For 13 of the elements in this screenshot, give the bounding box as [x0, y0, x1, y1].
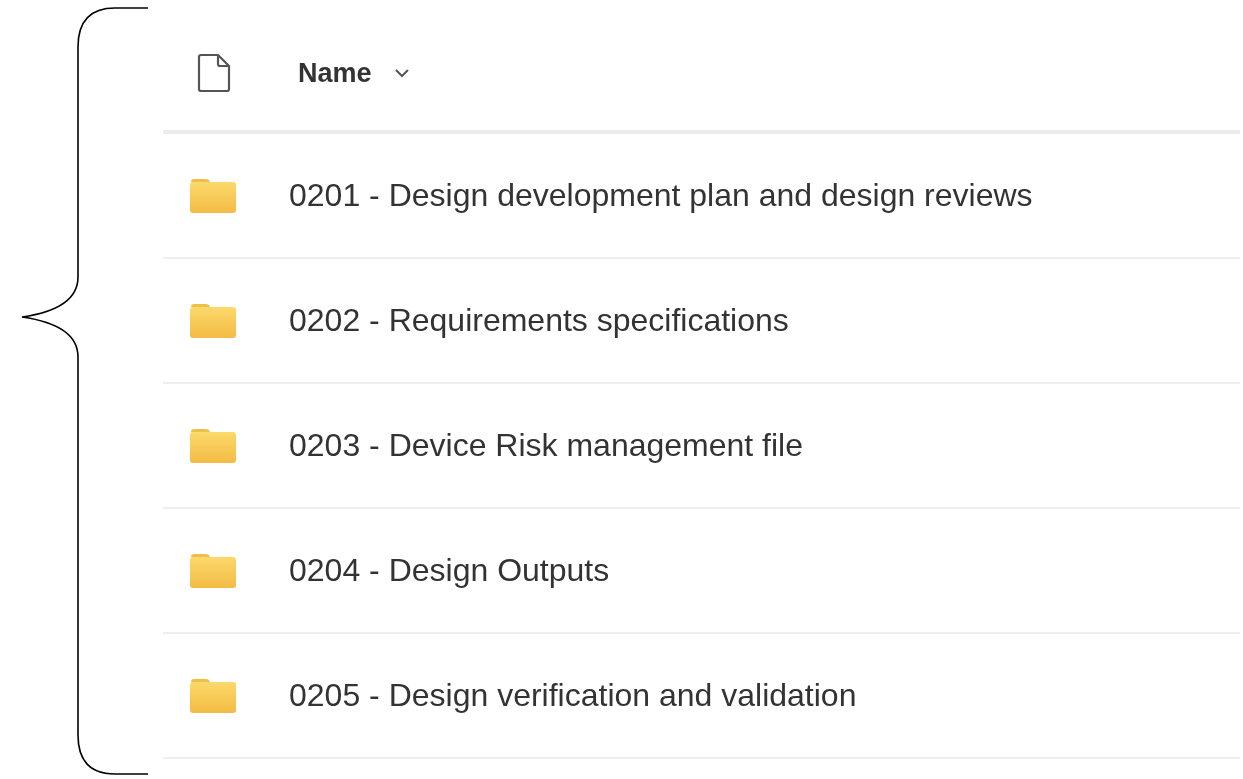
- folder-name[interactable]: 0203 - Device Risk management file: [289, 427, 803, 464]
- folder-name[interactable]: 0202 - Requirements specifications: [289, 302, 789, 339]
- folder-name[interactable]: 0201 - Design development plan and design reviews: [289, 177, 1033, 214]
- folder-icon: [189, 302, 237, 339]
- folder-name[interactable]: 0205 - Design verification and validation: [289, 677, 857, 714]
- folder-icon: [189, 677, 237, 714]
- document-icon: [197, 53, 231, 93]
- name-column-header[interactable]: Name: [298, 57, 410, 89]
- folder-name[interactable]: 0204 - Design Outputs: [289, 552, 610, 589]
- folder-icon: [189, 177, 237, 214]
- folder-icon: [189, 552, 237, 589]
- chevron-down-icon: [393, 68, 410, 78]
- folder-icon: [189, 427, 237, 464]
